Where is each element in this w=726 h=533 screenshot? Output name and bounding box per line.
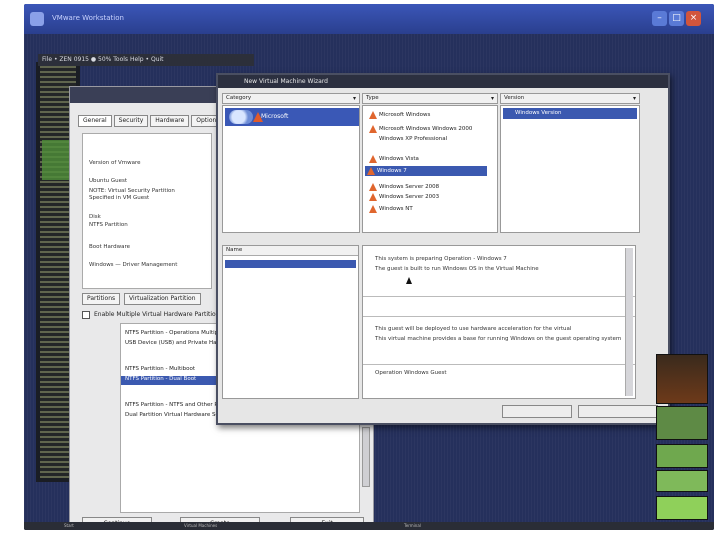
- dialog-ok-button[interactable]: [502, 405, 572, 418]
- subtab-partitions[interactable]: Partitions: [82, 293, 121, 305]
- version-list: Windows Version: [500, 105, 640, 233]
- type-label: Windows Vista: [379, 156, 419, 162]
- category-header-label: Category: [226, 95, 252, 101]
- app-menubar[interactable]: File • ZEN 0915 ● 50% Tools Help • Quit: [38, 54, 254, 66]
- category-item-selected[interactable]: Microsoft: [225, 108, 359, 126]
- close-button[interactable]: ×: [686, 11, 701, 26]
- list-item[interactable]: Microsoft Windows Windows 2000: [367, 124, 472, 134]
- settings-field: Version of Vmware: [89, 160, 141, 166]
- detail-text: This system is preparing Operation - Win…: [375, 256, 507, 262]
- maximize-button[interactable]: □: [669, 11, 684, 26]
- name-item-selected[interactable]: [225, 260, 356, 268]
- detail-text: This guest will be deployed to use hardw…: [375, 326, 572, 332]
- taskbar: Start Virtual Machines Terminal: [24, 522, 714, 530]
- list-scrollbar[interactable]: [362, 427, 370, 487]
- tile-icon[interactable]: [656, 444, 708, 468]
- tile-icon[interactable]: [656, 406, 708, 440]
- os-icon: [369, 183, 377, 191]
- terminal-highlight: [42, 140, 70, 180]
- list-item[interactable]: Windows Server 2008: [367, 182, 439, 192]
- list-item[interactable]: Windows Server 2003: [367, 192, 439, 202]
- type-list: Microsoft Windows Microsoft Windows Wind…: [362, 105, 498, 233]
- tile-icon[interactable]: [656, 470, 708, 492]
- app-icon: [30, 12, 44, 26]
- list-item[interactable]: Windows Vista: [367, 154, 419, 164]
- type-label: Windows NT: [379, 206, 413, 212]
- dialog-button-row: [222, 405, 664, 419]
- window-title: VMware Workstation: [52, 14, 124, 22]
- taskbar-item[interactable]: Terminal: [404, 523, 421, 529]
- multiple-partitions-checkbox[interactable]: [82, 311, 90, 319]
- type-label: Windows Server 2008: [379, 184, 440, 190]
- list-item-selected[interactable]: Windows 7: [365, 166, 487, 176]
- chevron-down-icon: ▾: [352, 95, 356, 102]
- taskbar-item[interactable]: Virtual Machines: [184, 523, 217, 529]
- type-header-label: Type: [366, 95, 379, 101]
- type-label: Windows 7: [377, 168, 407, 174]
- settings-field: Disk: [89, 214, 101, 220]
- taskbar-item[interactable]: Start: [64, 523, 74, 529]
- version-header-label: Version: [504, 95, 525, 101]
- new-vm-dialog: New Virtual Machine Wizard Category ▾ Ty…: [216, 73, 670, 425]
- settings-field: NOTE: Virtual Security Partition: [89, 188, 175, 194]
- type-column-header[interactable]: Type ▾: [362, 93, 498, 104]
- category-column-header[interactable]: Category ▾: [222, 93, 360, 104]
- tab-security[interactable]: Security: [113, 115, 149, 127]
- subtab-virtualization[interactable]: Virtualization Partition: [124, 293, 201, 305]
- mouse-cursor-icon: [406, 277, 412, 284]
- divider: [363, 316, 635, 317]
- type-label: Microsoft Windows: [379, 112, 431, 118]
- detail-text: This virtual machine provides a base for…: [375, 336, 622, 342]
- os-icon: [367, 167, 375, 175]
- divider: [363, 364, 635, 365]
- list-item[interactable]: Windows XP Professional: [367, 134, 447, 144]
- type-label: Windows Server 2003: [379, 194, 440, 200]
- tab-general[interactable]: General: [78, 115, 112, 127]
- name-list: Name: [222, 245, 359, 399]
- settings-field: Specified in VM Guest: [89, 195, 150, 201]
- multiple-partitions-label: Enable Multiple Virtual Hardware Partiti…: [94, 311, 223, 318]
- category-label: Microsoft: [261, 113, 289, 120]
- list-item[interactable]: NTFS Partition - Multiboot: [125, 366, 195, 372]
- divider: [363, 296, 635, 297]
- details-pane: This system is preparing Operation - Win…: [362, 245, 636, 399]
- tab-hardware[interactable]: Hardware: [150, 115, 190, 127]
- settings-tabs: General Security Hardware Options: [78, 115, 225, 127]
- details-scrollbar[interactable]: [625, 248, 633, 396]
- globe-icon: [229, 110, 253, 124]
- category-list: Microsoft: [222, 105, 360, 233]
- settings-field: NTFS Partition: [89, 222, 128, 228]
- warning-icon: [253, 112, 263, 122]
- fire-tile-icon[interactable]: [656, 354, 708, 404]
- monitor-screen: VMware Workstation – □ × File • ZEN 0915…: [24, 4, 714, 530]
- detail-text: Operation Windows Guest: [375, 370, 447, 376]
- os-icon: [369, 111, 377, 119]
- settings-field: Boot Hardware: [89, 244, 130, 250]
- type-label: Windows XP Professional: [379, 136, 448, 142]
- minimize-button[interactable]: –: [652, 11, 667, 26]
- version-item-selected[interactable]: Windows Version: [503, 108, 637, 119]
- tile-icon[interactable]: [656, 496, 708, 520]
- list-item[interactable]: Windows NT: [367, 204, 413, 214]
- os-icon: [369, 155, 377, 163]
- settings-field: Ubuntu Guest: [89, 178, 128, 184]
- version-column-header[interactable]: Version ▾: [500, 93, 640, 104]
- settings-field: Windows — Driver Management: [89, 262, 178, 268]
- detail-text: The guest is built to run Windows OS in …: [375, 266, 539, 272]
- name-list-header[interactable]: Name: [223, 246, 358, 256]
- chevron-down-icon: ▾: [490, 95, 494, 102]
- type-label: Microsoft Windows Windows 2000: [379, 126, 473, 132]
- dialog-cancel-button[interactable]: [578, 405, 658, 418]
- os-icon: [369, 193, 377, 201]
- settings-fields-panel: Version of Vmware Ubuntu Guest NOTE: Vir…: [82, 133, 212, 289]
- os-icon: [369, 125, 377, 133]
- dialog-title: New Virtual Machine Wizard: [218, 75, 668, 88]
- chevron-down-icon: ▾: [632, 95, 636, 102]
- desktop: File • ZEN 0915 ● 50% Tools Help • Quit …: [24, 34, 714, 530]
- list-item[interactable]: Microsoft Windows: [367, 110, 430, 120]
- window-titlebar: VMware Workstation – □ ×: [24, 4, 714, 34]
- os-icon: [369, 205, 377, 213]
